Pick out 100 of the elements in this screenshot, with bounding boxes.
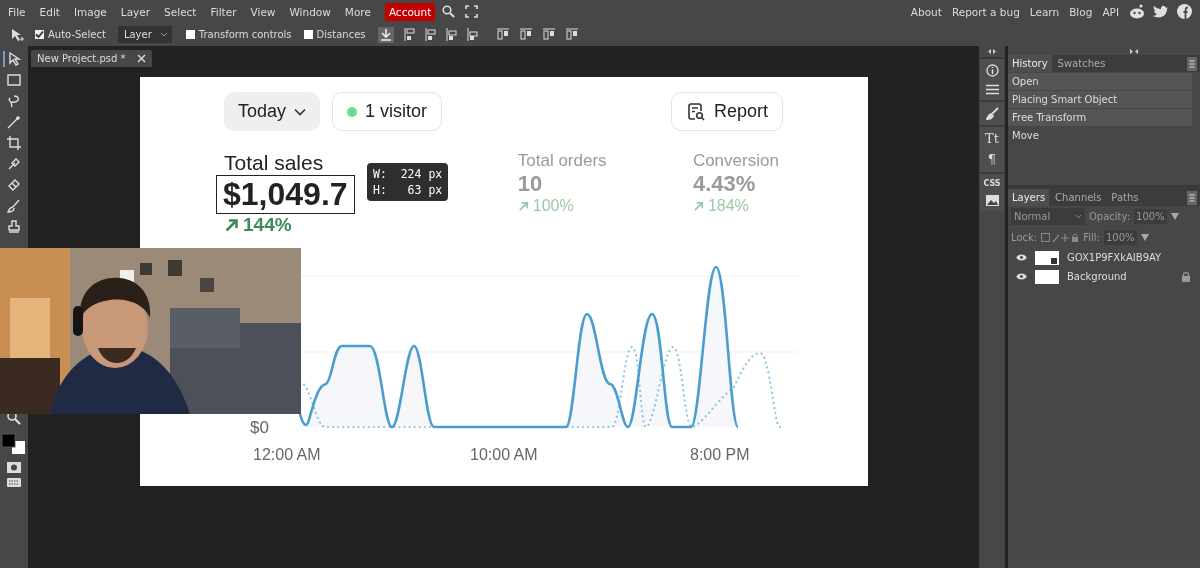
character-icon[interactable]: Tt — [985, 132, 999, 146]
menu-icon[interactable] — [1187, 56, 1197, 71]
auto-select-checkbox[interactable]: Auto-Select — [35, 29, 106, 40]
color-swatches-icon[interactable] — [1, 433, 27, 455]
menu-item[interactable]: Edit — [39, 5, 60, 18]
paragraph-icon[interactable]: ¶ — [987, 153, 997, 167]
distribute-icon[interactable] — [541, 28, 556, 41]
eye-icon[interactable] — [1016, 273, 1027, 280]
account-button[interactable]: Account — [384, 2, 436, 21]
layer-thumbnail — [1035, 250, 1059, 265]
metric-label: Conversion — [692, 151, 779, 171]
collapse-icon[interactable] — [1130, 49, 1138, 54]
axis-label: $0 — [250, 418, 270, 438]
caret-icon — [1075, 214, 1082, 219]
date-range-dropdown[interactable]: Today — [224, 92, 321, 131]
metric-change: 100% — [517, 197, 574, 215]
align-icon[interactable] — [424, 28, 437, 41]
expand-icon[interactable] — [988, 49, 996, 54]
header-link[interactable]: About — [910, 5, 942, 18]
menu-icon[interactable] — [1187, 190, 1197, 205]
layer-row[interactable]: Background — [1008, 267, 1192, 286]
alien-icon[interactable] — [1129, 4, 1145, 19]
menu-item[interactable]: Layer — [120, 5, 151, 18]
header-link[interactable]: Report a bug — [951, 5, 1020, 18]
layer-name: Background — [1067, 271, 1128, 282]
menu-item[interactable]: Filter — [210, 5, 237, 18]
layer-name: GOX1P9FXkAIB9AY — [1067, 252, 1163, 263]
metric-label: Total sales — [224, 151, 324, 175]
dropdown-icon[interactable] — [1170, 213, 1179, 220]
history-item[interactable]: Placing Smart Object — [1008, 91, 1192, 108]
align-icon[interactable] — [445, 28, 458, 41]
eye-icon[interactable] — [1016, 254, 1027, 261]
menu-item[interactable]: More — [344, 5, 371, 18]
size-tooltip: W: 224 px H: 63 px — [367, 163, 449, 201]
fill-field[interactable]: 100% — [1103, 230, 1137, 245]
distribute-icon[interactable] — [495, 28, 510, 41]
target-dropdown[interactable]: Layer — [117, 26, 172, 43]
axis-label: 8:00 PM — [690, 446, 750, 464]
blend-mode-dropdown[interactable]: Normal — [1011, 208, 1085, 225]
brush-icon[interactable] — [985, 107, 999, 120]
lock-options-icon[interactable] — [1041, 232, 1080, 243]
metric-value: 4.43% — [692, 171, 756, 197]
status-dot-icon — [347, 106, 358, 117]
caret-icon — [159, 31, 168, 38]
menu-item[interactable]: View — [250, 5, 276, 18]
panel-tab[interactable]: Channels — [1051, 189, 1106, 206]
check-icon — [35, 30, 44, 39]
metric-change: 184% — [692, 197, 749, 215]
layer-thumbnail — [1035, 269, 1059, 284]
bird-icon[interactable] — [1153, 5, 1169, 18]
distribute-icon[interactable] — [518, 28, 533, 41]
css-icon[interactable]: CSS — [983, 179, 1001, 188]
distribute-icon[interactable] — [564, 28, 579, 41]
header-link[interactable]: Blog — [1069, 5, 1093, 18]
crop-tool-icon[interactable] — [4, 135, 24, 151]
transform-controls-checkbox[interactable]: Transform controls — [185, 29, 292, 40]
info-icon[interactable] — [985, 64, 999, 77]
arrow-icon — [224, 217, 239, 233]
axis-label: 10:00 AM — [470, 446, 539, 464]
metric-change: 144% — [224, 214, 292, 236]
distances-checkbox[interactable]: Distances — [303, 29, 366, 40]
document-tab[interactable]: New Project.psd * — [31, 50, 153, 67]
history-item[interactable]: Free Transform — [1008, 109, 1192, 126]
arrow-icon — [692, 200, 704, 212]
social-icon[interactable] — [1177, 4, 1192, 19]
menu-item[interactable]: Select — [164, 5, 197, 18]
chevron-icon — [294, 107, 307, 116]
fullscreen-icon[interactable] — [465, 5, 479, 18]
mask-icon[interactable] — [5, 462, 23, 473]
visitor-badge: 1 visitor — [332, 92, 443, 131]
dropdown-icon[interactable] — [1140, 234, 1149, 241]
align-icon[interactable] — [466, 28, 479, 41]
image-icon[interactable] — [985, 195, 999, 206]
download-icon[interactable] — [377, 26, 394, 43]
move-tool-icon[interactable] — [9, 26, 25, 43]
panel-tab[interactable]: Swatches — [1053, 55, 1110, 72]
menu-item[interactable]: File — [8, 5, 26, 18]
menu-item[interactable]: Window — [289, 5, 331, 18]
fill-label: Fill: — [1083, 232, 1100, 243]
metric-value: 10 — [517, 171, 543, 197]
panel-tab[interactable]: Layers — [1008, 189, 1050, 206]
menu-item[interactable]: Image — [73, 5, 107, 18]
lock-label: Lock: — [1011, 232, 1038, 243]
metric-value: $1,049.7 — [216, 175, 355, 214]
opacity-label: Opacity: — [1089, 211, 1131, 222]
keyboard-icon[interactable] — [5, 478, 23, 487]
report-button[interactable]: Report — [670, 92, 783, 131]
header-link[interactable]: API — [1102, 5, 1119, 18]
panel-tab[interactable]: Paths — [1107, 189, 1143, 206]
marquee-tool-icon[interactable] — [4, 72, 24, 88]
panel-tab[interactable]: History — [1008, 55, 1052, 72]
align-icon[interactable] — [403, 28, 416, 41]
layer-row[interactable]: GOX1P9FXkAIB9AY — [1008, 248, 1192, 267]
adjustments-icon[interactable] — [985, 84, 999, 95]
close-icon[interactable] — [137, 54, 147, 63]
header-link[interactable]: Learn — [1029, 5, 1060, 18]
search-icon[interactable] — [442, 5, 456, 18]
history-item[interactable]: Open — [1008, 73, 1192, 90]
arrow-icon — [517, 200, 529, 212]
opacity-field[interactable]: 100% — [1134, 209, 1167, 224]
